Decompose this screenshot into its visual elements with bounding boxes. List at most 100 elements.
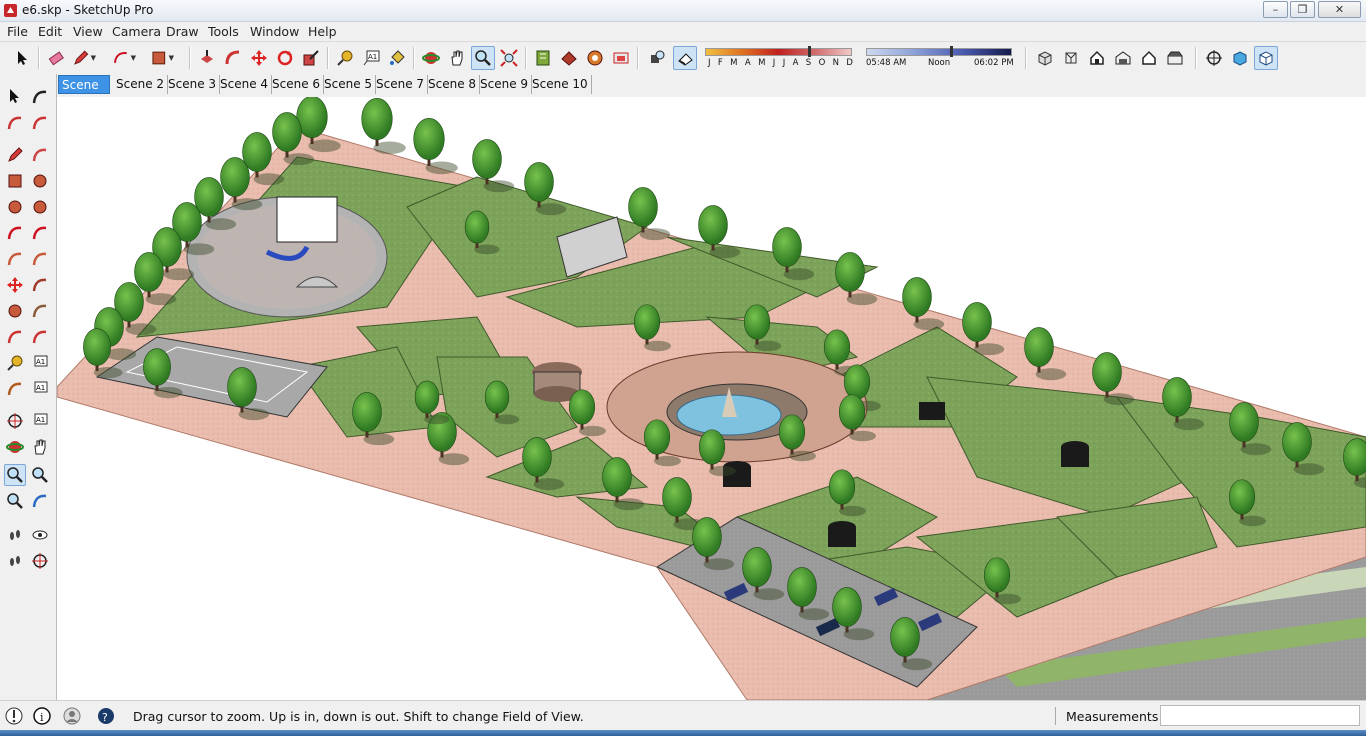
follow-me-icon[interactable] <box>29 300 51 322</box>
rotated-rectangle-icon[interactable] <box>29 170 51 192</box>
styles-icon[interactable] <box>583 46 607 70</box>
tape-measure-icon[interactable] <box>333 46 357 70</box>
axes-icon[interactable] <box>4 410 26 432</box>
left-view-icon[interactable] <box>1163 46 1187 70</box>
shadows-icon[interactable] <box>645 46 669 70</box>
restore-button[interactable]: ❐ <box>1290 1 1315 18</box>
month-tick: N <box>832 58 839 68</box>
menu-window[interactable]: Window <box>250 24 299 39</box>
push-pull-icon[interactable] <box>195 46 219 70</box>
shadow-date-slider[interactable] <box>705 48 852 56</box>
look-around-icon[interactable] <box>29 524 51 546</box>
pie-icon[interactable] <box>29 222 51 244</box>
user-account-icon[interactable] <box>62 706 82 726</box>
components-icon[interactable] <box>531 46 555 70</box>
pan-icon[interactable] <box>445 46 469 70</box>
menu-file[interactable]: File <box>7 24 28 39</box>
text-icon[interactable]: A1 <box>359 46 383 70</box>
paint-bucket-icon[interactable] <box>4 112 26 134</box>
three-point-arc-icon[interactable] <box>29 248 51 270</box>
credits-icon[interactable]: i <box>32 706 52 726</box>
section-plane-icon[interactable] <box>29 550 51 572</box>
zoom-window-icon[interactable] <box>29 464 51 486</box>
shadow-time-slider[interactable] <box>866 48 1012 56</box>
walk-icon[interactable] <box>4 524 26 546</box>
orbit-icon[interactable] <box>419 46 443 70</box>
dimension-icon[interactable]: A1 <box>29 352 51 374</box>
previous-view-icon[interactable] <box>29 490 51 512</box>
tab-scene-2[interactable]: Scene 2 <box>113 75 169 94</box>
orbit-icon[interactable] <box>4 436 26 458</box>
rectangle-icon[interactable]: ▼ <box>150 46 174 70</box>
arc-icon[interactable] <box>4 222 26 244</box>
scale-icon[interactable] <box>4 326 26 348</box>
top-view-icon[interactable] <box>1059 46 1083 70</box>
zoom-extents-icon[interactable] <box>497 46 521 70</box>
select-icon[interactable] <box>10 46 34 70</box>
tab-scene-10[interactable]: Scene 10 <box>529 75 592 94</box>
follow-me-icon[interactable] <box>221 46 245 70</box>
two-point-arc-icon[interactable] <box>4 248 26 270</box>
tab-scene-8[interactable]: Scene 8 <box>425 75 481 94</box>
walk-icon[interactable] <box>1228 46 1252 70</box>
tab-scene-5[interactable]: Scene 5 <box>321 75 377 94</box>
shadow-toggle-icon[interactable] <box>673 46 697 70</box>
geo-location-icon[interactable] <box>4 706 24 726</box>
zoom-icon[interactable] <box>471 46 495 70</box>
tab-scene-9[interactable]: Scene 9 <box>477 75 533 94</box>
polygon-icon[interactable] <box>29 196 51 218</box>
move-icon[interactable] <box>247 46 271 70</box>
menu-help[interactable]: Help <box>308 24 337 39</box>
circle-icon[interactable] <box>4 196 26 218</box>
instructor-help-icon[interactable]: ? <box>96 706 116 726</box>
rectangle-icon[interactable] <box>4 170 26 192</box>
protractor-icon[interactable] <box>4 378 26 400</box>
menu-draw[interactable]: Draw <box>166 24 199 39</box>
back-view-icon[interactable] <box>1137 46 1161 70</box>
close-button[interactable]: ✕ <box>1318 1 1361 18</box>
line-icon[interactable] <box>4 144 26 166</box>
position-camera-icon[interactable] <box>1202 46 1226 70</box>
footprints-icon[interactable] <box>4 550 26 572</box>
zoom-icon[interactable] <box>4 464 26 486</box>
menu-camera[interactable]: Camera <box>112 24 161 39</box>
3d-text-icon[interactable]: A1 <box>29 410 51 432</box>
paint-bucket-icon[interactable] <box>385 46 409 70</box>
freehand-icon[interactable] <box>29 144 51 166</box>
scale-icon[interactable] <box>299 46 323 70</box>
pan-icon[interactable] <box>29 436 51 458</box>
push-pull-icon[interactable] <box>29 274 51 296</box>
measurements-input[interactable] <box>1160 705 1360 726</box>
materials-icon[interactable] <box>557 46 581 70</box>
eraser-icon[interactable] <box>29 112 51 134</box>
eraser-icon[interactable] <box>44 46 68 70</box>
tab-scene-1[interactable]: Scene 1 <box>58 75 110 111</box>
move-icon[interactable] <box>4 274 26 296</box>
rotate-icon[interactable] <box>273 46 297 70</box>
minimize-button[interactable]: – <box>1263 1 1288 18</box>
right-view-icon[interactable] <box>1111 46 1135 70</box>
look-around-icon[interactable] <box>1254 46 1278 70</box>
menu-edit[interactable]: Edit <box>38 24 62 39</box>
pencil-icon[interactable]: ▼ <box>72 46 96 70</box>
zoom-extents-icon[interactable] <box>4 490 26 512</box>
tape-measure-icon[interactable] <box>4 352 26 374</box>
rotate-icon[interactable] <box>4 300 26 322</box>
tab-scene-6[interactable]: Scene 6 <box>269 75 325 94</box>
front-view-icon[interactable] <box>1085 46 1109 70</box>
menu-tools[interactable]: Tools <box>208 24 239 39</box>
shadow-date-thumb[interactable] <box>808 46 811 57</box>
scenes-icon[interactable] <box>609 46 633 70</box>
iso-view-icon[interactable] <box>1033 46 1057 70</box>
shadow-time-thumb[interactable] <box>950 46 953 57</box>
tab-scene-7[interactable]: Scene 7 <box>373 75 429 94</box>
text-icon[interactable]: A1 <box>29 378 51 400</box>
3d-model-viewport[interactable] <box>57 97 1366 700</box>
offset-icon[interactable] <box>29 326 51 348</box>
make-component-icon[interactable] <box>29 86 51 108</box>
select-icon[interactable] <box>4 86 26 108</box>
menu-view[interactable]: View <box>73 24 103 39</box>
arc-icon[interactable]: ▼ <box>112 46 136 70</box>
tab-scene-4[interactable]: Scene 4 <box>217 75 273 94</box>
tab-scene-3[interactable]: Scene 3 <box>165 75 221 94</box>
